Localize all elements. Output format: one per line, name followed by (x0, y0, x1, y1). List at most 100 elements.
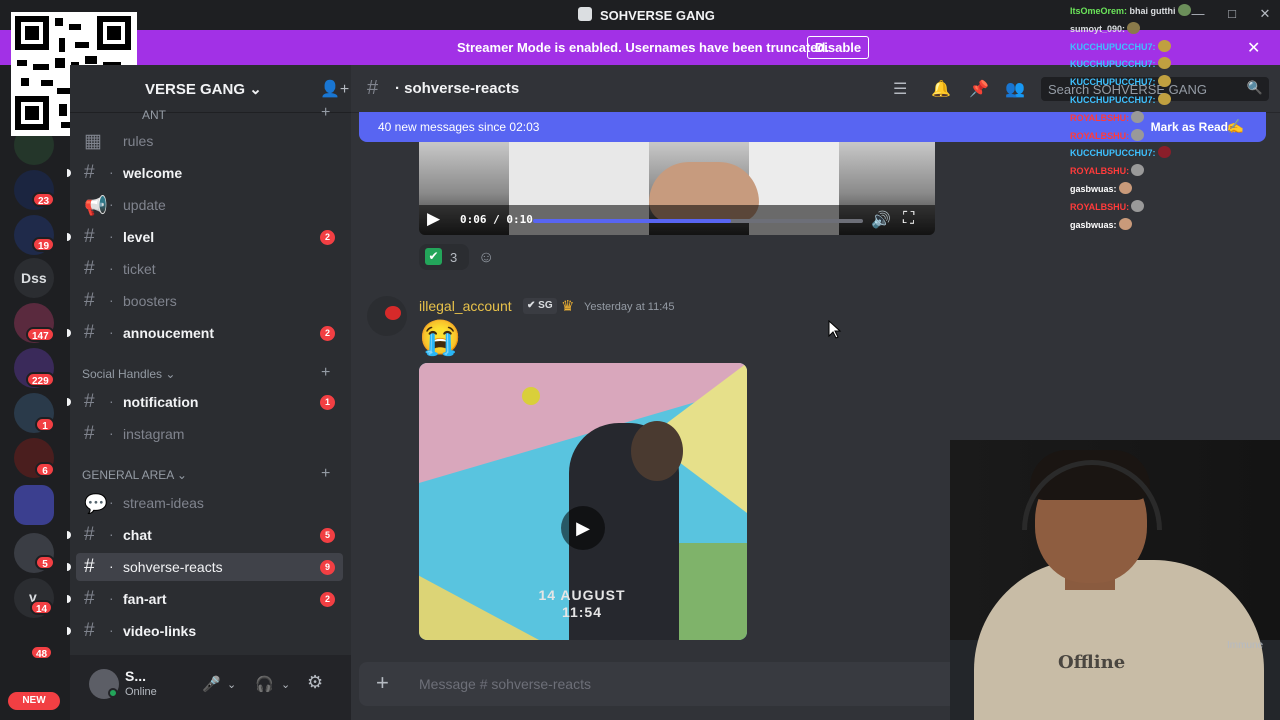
category-social-handles[interactable]: Social Handles ⌄ (82, 367, 175, 381)
new-servers-pill[interactable]: NEW (8, 692, 60, 710)
server-badge: 14 (30, 600, 54, 615)
attach-plus-icon[interactable]: + (376, 671, 389, 695)
channel-label: chat (123, 527, 152, 543)
shirt-logo: Offline (1058, 652, 1126, 673)
channel-sohverse-reacts[interactable]: # · sohverse-reacts 9 (67, 553, 343, 581)
channel-label: level (123, 229, 155, 245)
create-channel-icon[interactable]: + (321, 104, 330, 122)
channel-title: · sohverse-reacts (395, 80, 520, 97)
reaction-button[interactable]: ✔ 3 (419, 244, 469, 270)
hash-icon: # (84, 391, 95, 412)
stream-chat-line: ItsOmeOrem: bhai gutthi (1070, 4, 1191, 18)
volume-icon[interactable]: 🔊 (871, 210, 891, 230)
message-timestamp: Yesterday at 11:45 (584, 301, 675, 313)
folder-icon[interactable] (14, 485, 54, 525)
play-icon[interactable]: ▶ (427, 209, 440, 229)
category-general-area[interactable]: GENERAL AREA ⌄ (82, 468, 187, 482)
server-rail: 23 19 Dss 147 229 1 6 5 v 14 NEW 48 (0, 65, 70, 720)
chevron-down-icon[interactable]: ⌄ (227, 678, 236, 691)
pin-icon[interactable]: 📌 (969, 79, 989, 99)
stream-chat-line: KUCCHUPUCCHU7: (1070, 146, 1171, 160)
stream-chat-line: ROYALBSHU: (1070, 128, 1145, 143)
channel-update[interactable]: 📢 · update (76, 191, 343, 219)
stream-chat-user: KUCCHUPUCCHU7: (1070, 95, 1156, 105)
hash-icon: # (84, 290, 95, 311)
bell-icon[interactable]: 🔔 (931, 79, 951, 99)
headphones-icon[interactable]: 🎧 (255, 675, 274, 693)
channel-rules[interactable]: ▦ rules (76, 127, 343, 155)
stream-chat-user: ROYALBSHU: (1070, 201, 1130, 212)
channel-instagram[interactable]: # · instagram (76, 420, 343, 448)
message-input[interactable]: Message # sohverse-reacts (419, 676, 591, 692)
microphone-icon[interactable]: 🎤 (202, 675, 221, 693)
video-progress-fill (533, 219, 731, 223)
server-dss[interactable]: Dss (14, 258, 54, 298)
channel-boosters[interactable]: # · boosters (76, 287, 343, 315)
emote-icon (1127, 21, 1141, 34)
channel-video-links[interactable]: # · video-links (67, 617, 343, 645)
channel-ticket[interactable]: # · ticket (76, 255, 343, 283)
channel-label: sohverse-reacts (123, 559, 223, 575)
fullscreen-icon[interactable]: ⛶ (903, 210, 914, 228)
close-window-icon[interactable]: ✕ (1257, 6, 1273, 22)
emote-icon (1131, 128, 1145, 141)
minimize-icon[interactable]: — (1190, 6, 1206, 22)
video-attachment[interactable]: ▶ 14 AUGUST 11:54 (419, 363, 747, 640)
emote-icon (1157, 93, 1171, 105)
play-icon[interactable]: ▶ (561, 506, 605, 550)
user-status: Online (125, 686, 157, 698)
discord-logo-icon (578, 7, 592, 21)
announcement-icon: 📢 (84, 196, 108, 217)
channel-level[interactable]: # · level 2 (67, 223, 343, 251)
hash-icon: # (84, 226, 95, 247)
mouse-cursor-icon (828, 320, 842, 339)
disable-streamer-mode-button[interactable]: Disable (807, 36, 869, 59)
channel-chat[interactable]: # · chat 5 (67, 521, 343, 549)
member-list-icon[interactable]: 👥 (1005, 79, 1025, 99)
hash-icon: # (367, 77, 379, 99)
channel-stream-ideas[interactable]: 💬 · stream-ideas (76, 489, 343, 517)
invite-people-icon[interactable]: 👤+ (320, 79, 349, 99)
emote-icon (1118, 217, 1132, 230)
server-tag-badge: ✔ SG (523, 298, 557, 314)
channel-label: ticket (123, 261, 156, 277)
category-label[interactable]: ANT (142, 108, 166, 122)
new-messages-text: 40 new messages since 02:03 (378, 120, 540, 134)
avatar[interactable] (367, 296, 407, 336)
video-player[interactable]: ▶ 0:06 / 0:10 🔊 ⛶ (419, 142, 935, 235)
emote-icon (1177, 4, 1191, 16)
stream-chat-user: sumoyt_090: (1070, 23, 1126, 34)
check-mark-icon: ✔ (425, 248, 442, 265)
hash-icon: # (84, 258, 95, 279)
stream-chat-line: KUCCHUPUCCHU7: (1070, 75, 1171, 89)
gear-icon[interactable]: ⚙ (307, 672, 323, 693)
stream-chat-user: ItsOmeOrem: (1070, 6, 1128, 16)
create-channel-icon[interactable]: + (321, 465, 330, 483)
video-date-overlay: 14 AUGUST 11:54 (538, 587, 626, 620)
stream-chat-user: KUCCHUPUCCHU7: (1070, 41, 1156, 52)
server-badge: 6 (35, 462, 55, 477)
mark-as-read-button[interactable]: Mark as Read (1151, 120, 1228, 134)
mention-badge: 9 (320, 560, 335, 575)
hash-icon: # (84, 588, 95, 609)
channel-fan-art[interactable]: # · fan-art 2 (67, 585, 343, 613)
server-dss-label: Dss (21, 270, 47, 286)
server-header[interactable]: VERSE GANG ⌄ 👤+ (70, 65, 351, 113)
message-author[interactable]: illegal_account (419, 298, 512, 314)
channel-notification[interactable]: # · notification 1 (67, 388, 343, 416)
channel-annoucement[interactable]: # · annoucement 2 (67, 319, 343, 347)
video-progress-bar[interactable] (533, 219, 863, 223)
server-badge: 147 (26, 327, 55, 342)
maximize-icon[interactable]: □ (1224, 6, 1240, 22)
chevron-down-icon[interactable]: ⌄ (281, 678, 290, 691)
threads-icon[interactable]: ☰ (893, 79, 907, 99)
add-reaction-icon[interactable]: ☺ (478, 249, 494, 267)
username[interactable]: S... (125, 668, 146, 684)
emote-icon (1131, 110, 1145, 123)
create-channel-icon[interactable]: + (321, 364, 330, 382)
emote-icon (1131, 164, 1145, 177)
hash-icon: # (84, 524, 95, 545)
server-badge: 48 (30, 645, 54, 660)
channel-welcome[interactable]: # · welcome (67, 159, 343, 187)
close-banner-icon[interactable]: ✕ (1247, 38, 1260, 58)
